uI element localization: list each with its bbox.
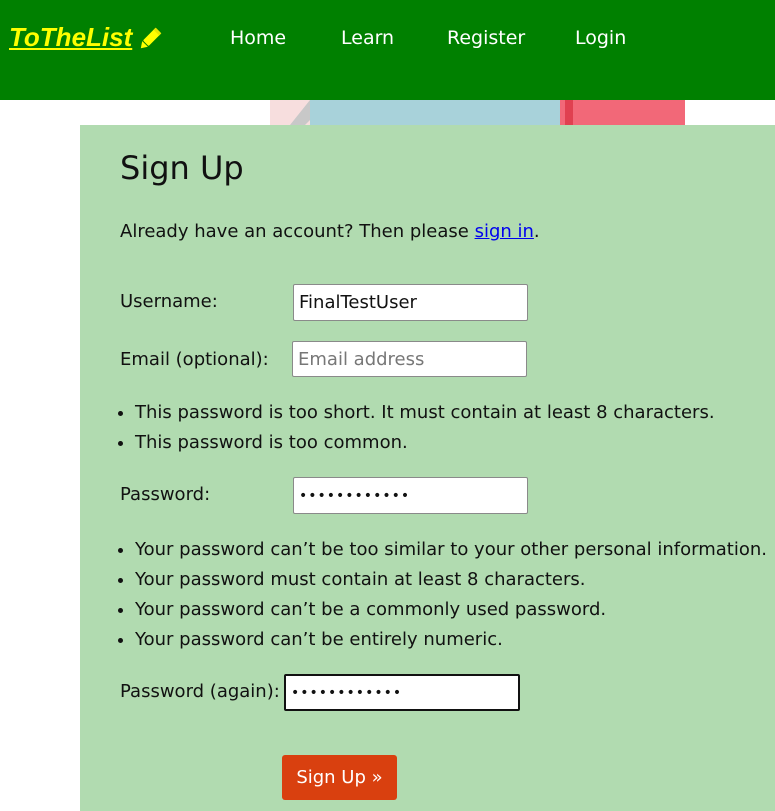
username-label: Username:: [120, 291, 218, 312]
password-help-list: Your password can’t be too similar to yo…: [80, 535, 767, 655]
password-error-item: This password is too short. It must cont…: [135, 398, 715, 428]
navbar: ToTheList Home Learn Register Login: [0, 0, 775, 100]
password-confirm-label: Password (again):: [120, 681, 280, 702]
password-field[interactable]: [293, 477, 528, 514]
username-field[interactable]: [293, 284, 528, 321]
sign-in-link[interactable]: sign in: [475, 221, 534, 242]
sign-up-button[interactable]: Sign Up »: [282, 755, 397, 800]
hero-background-image: [0, 100, 775, 125]
nav-register[interactable]: Register: [447, 27, 525, 49]
signin-prompt-text: Already have an account? Then please: [120, 221, 475, 242]
page-title: Sign Up: [120, 149, 244, 187]
password-help-item: Your password must contain at least 8 ch…: [135, 565, 767, 595]
pencil-icon: [140, 27, 162, 49]
email-label: Email (optional):: [120, 349, 269, 370]
password-confirm-field[interactable]: [284, 674, 520, 711]
nav-home[interactable]: Home: [230, 27, 286, 49]
signin-prompt-suffix: .: [533, 221, 540, 242]
password-error-list: This password is too short. It must cont…: [80, 398, 715, 458]
password-help-item: Your password can’t be entirely numeric.: [135, 625, 767, 655]
signin-prompt: Already have an account? Then please sig…: [120, 221, 540, 242]
nav-login[interactable]: Login: [575, 27, 626, 49]
password-label: Password:: [120, 484, 211, 505]
signup-panel: Sign Up Already have an account? Then pl…: [80, 125, 775, 811]
email-field[interactable]: [292, 341, 527, 377]
brand-logo-link[interactable]: ToTheList: [9, 22, 132, 53]
password-help-item: Your password can’t be a commonly used p…: [135, 595, 767, 625]
password-error-item: This password is too common.: [135, 428, 715, 458]
password-help-item: Your password can’t be too similar to yo…: [135, 535, 767, 565]
nav-learn[interactable]: Learn: [341, 27, 394, 49]
